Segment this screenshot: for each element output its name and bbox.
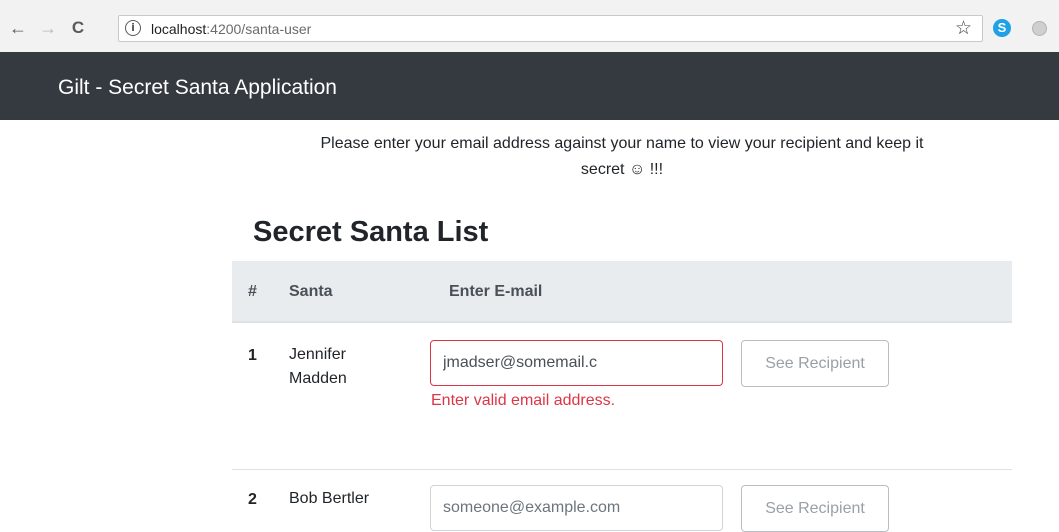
browser-chrome: ← → C i localhost:4200/santa-user ☆ S: [0, 0, 1059, 52]
reload-glyph: C: [71, 18, 85, 37]
intro-line-1: Please enter your email address against …: [320, 135, 924, 152]
info-glyph: i: [131, 21, 135, 34]
see-recipient-button[interactable]: See Recipient: [741, 485, 889, 532]
santa-name-line-2: Madden: [289, 370, 347, 387]
intro-line-2: secret ☺ !!!: [580, 161, 664, 178]
santa-name-line-1: Bob Bertler: [289, 490, 370, 507]
url-host: localhost: [151, 21, 207, 37]
app-navbar: Gilt - Secret Santa Application: [0, 52, 1059, 120]
column-header-number: #: [248, 283, 257, 300]
row-number: 2: [248, 491, 257, 508]
column-header-email: Enter E-mail: [449, 283, 543, 300]
page-title: Secret Santa List: [253, 216, 489, 248]
row-divider: [232, 469, 1012, 470]
santa-name-line-1: Jennifer: [289, 346, 346, 363]
email-error-message: Enter valid email address.: [431, 392, 616, 409]
back-arrow-glyph: ←: [9, 17, 27, 38]
santa-name: Bob Bertler: [289, 487, 409, 511]
intro-text: Please enter your email address against …: [232, 131, 1012, 183]
back-arrow-icon[interactable]: ←: [6, 16, 30, 40]
email-input[interactable]: [430, 340, 723, 386]
santa-name: Jennifer Madden: [289, 343, 409, 391]
table-header: # Santa Enter E-mail: [232, 261, 1012, 323]
star-glyph: ☆: [955, 17, 973, 39]
bookmark-star-icon[interactable]: ☆: [955, 17, 972, 39]
url-text: localhost:4200/santa-user: [151, 21, 311, 37]
email-input[interactable]: [430, 485, 723, 531]
row-number: 1: [248, 347, 257, 364]
forward-arrow-glyph: →: [39, 17, 57, 38]
see-recipient-button[interactable]: See Recipient: [741, 340, 889, 387]
reload-icon[interactable]: C: [66, 16, 90, 40]
app-brand[interactable]: Gilt - Secret Santa Application: [58, 76, 337, 100]
skype-glyph: S: [997, 20, 1007, 35]
column-header-santa: Santa: [289, 283, 333, 300]
forward-arrow-icon[interactable]: →: [36, 16, 60, 40]
extension-icon[interactable]: [1032, 21, 1047, 36]
skype-extension-icon[interactable]: S: [993, 19, 1011, 37]
address-bar[interactable]: i localhost:4200/santa-user: [118, 15, 983, 42]
url-path: :4200/santa-user: [206, 21, 312, 37]
info-icon[interactable]: i: [125, 20, 141, 36]
